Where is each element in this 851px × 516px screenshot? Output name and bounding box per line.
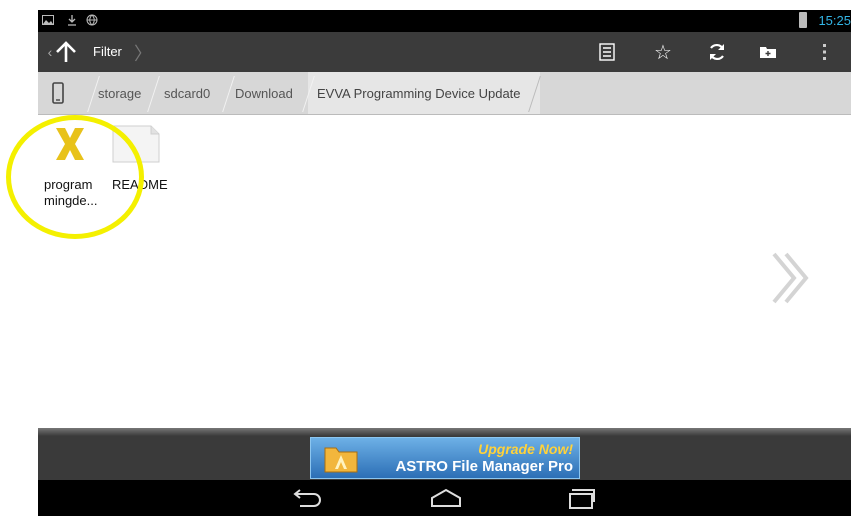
download-icon [68, 15, 76, 26]
navigation-bar [38, 480, 851, 516]
back-icon[interactable] [286, 486, 326, 510]
overflow-menu-button[interactable] [813, 32, 837, 72]
chevron-left-icon: ‹ [47, 44, 53, 60]
refresh-button[interactable] [702, 32, 732, 72]
up-arrow-icon [56, 41, 77, 62]
star-icon: ☆ [654, 41, 672, 64]
new-folder-icon [760, 47, 776, 58]
breadcrumb: storage sdcard0 Download EVVA Programmin… [38, 72, 851, 115]
list-view-button[interactable] [592, 32, 622, 72]
ad-headline: Upgrade Now! [478, 441, 573, 457]
chevron-right-icon: 〉 [134, 44, 152, 64]
breadcrumb-item-sdcard0[interactable]: sdcard0 [164, 86, 210, 101]
status-bar: 15:25 [38, 10, 851, 32]
breadcrumb-item-download[interactable]: Download [235, 86, 293, 101]
bookmark-button[interactable]: ☆ [648, 32, 678, 72]
status-time: 15:25 [818, 13, 851, 28]
overflow-menu-icon [823, 44, 826, 60]
battery-icon [799, 12, 807, 28]
picture-icon [42, 15, 54, 25]
breadcrumb-item-storage[interactable]: storage [98, 86, 141, 101]
refresh-icon [710, 43, 724, 61]
action-bar: ‹ Filter 〉 ☆ [38, 32, 851, 72]
home-icon[interactable] [426, 486, 466, 510]
filter-label[interactable]: Filter [93, 44, 122, 59]
ad-product-name: ASTRO File Manager Pro [395, 458, 573, 475]
astro-folder-icon [324, 447, 358, 473]
highlight-circle [6, 115, 144, 239]
breadcrumb-item-current[interactable]: EVVA Programming Device Update [317, 86, 521, 101]
upgrade-ad-banner[interactable]: Upgrade Now! ASTRO File Manager Pro [310, 437, 580, 479]
new-folder-button[interactable] [753, 32, 783, 72]
recent-apps-icon[interactable] [564, 486, 604, 510]
device-icon[interactable] [52, 82, 64, 104]
next-page-icon[interactable] [770, 250, 814, 306]
globe-icon [86, 14, 98, 26]
up-button[interactable]: ‹ [38, 32, 88, 72]
list-view-icon [599, 43, 615, 61]
